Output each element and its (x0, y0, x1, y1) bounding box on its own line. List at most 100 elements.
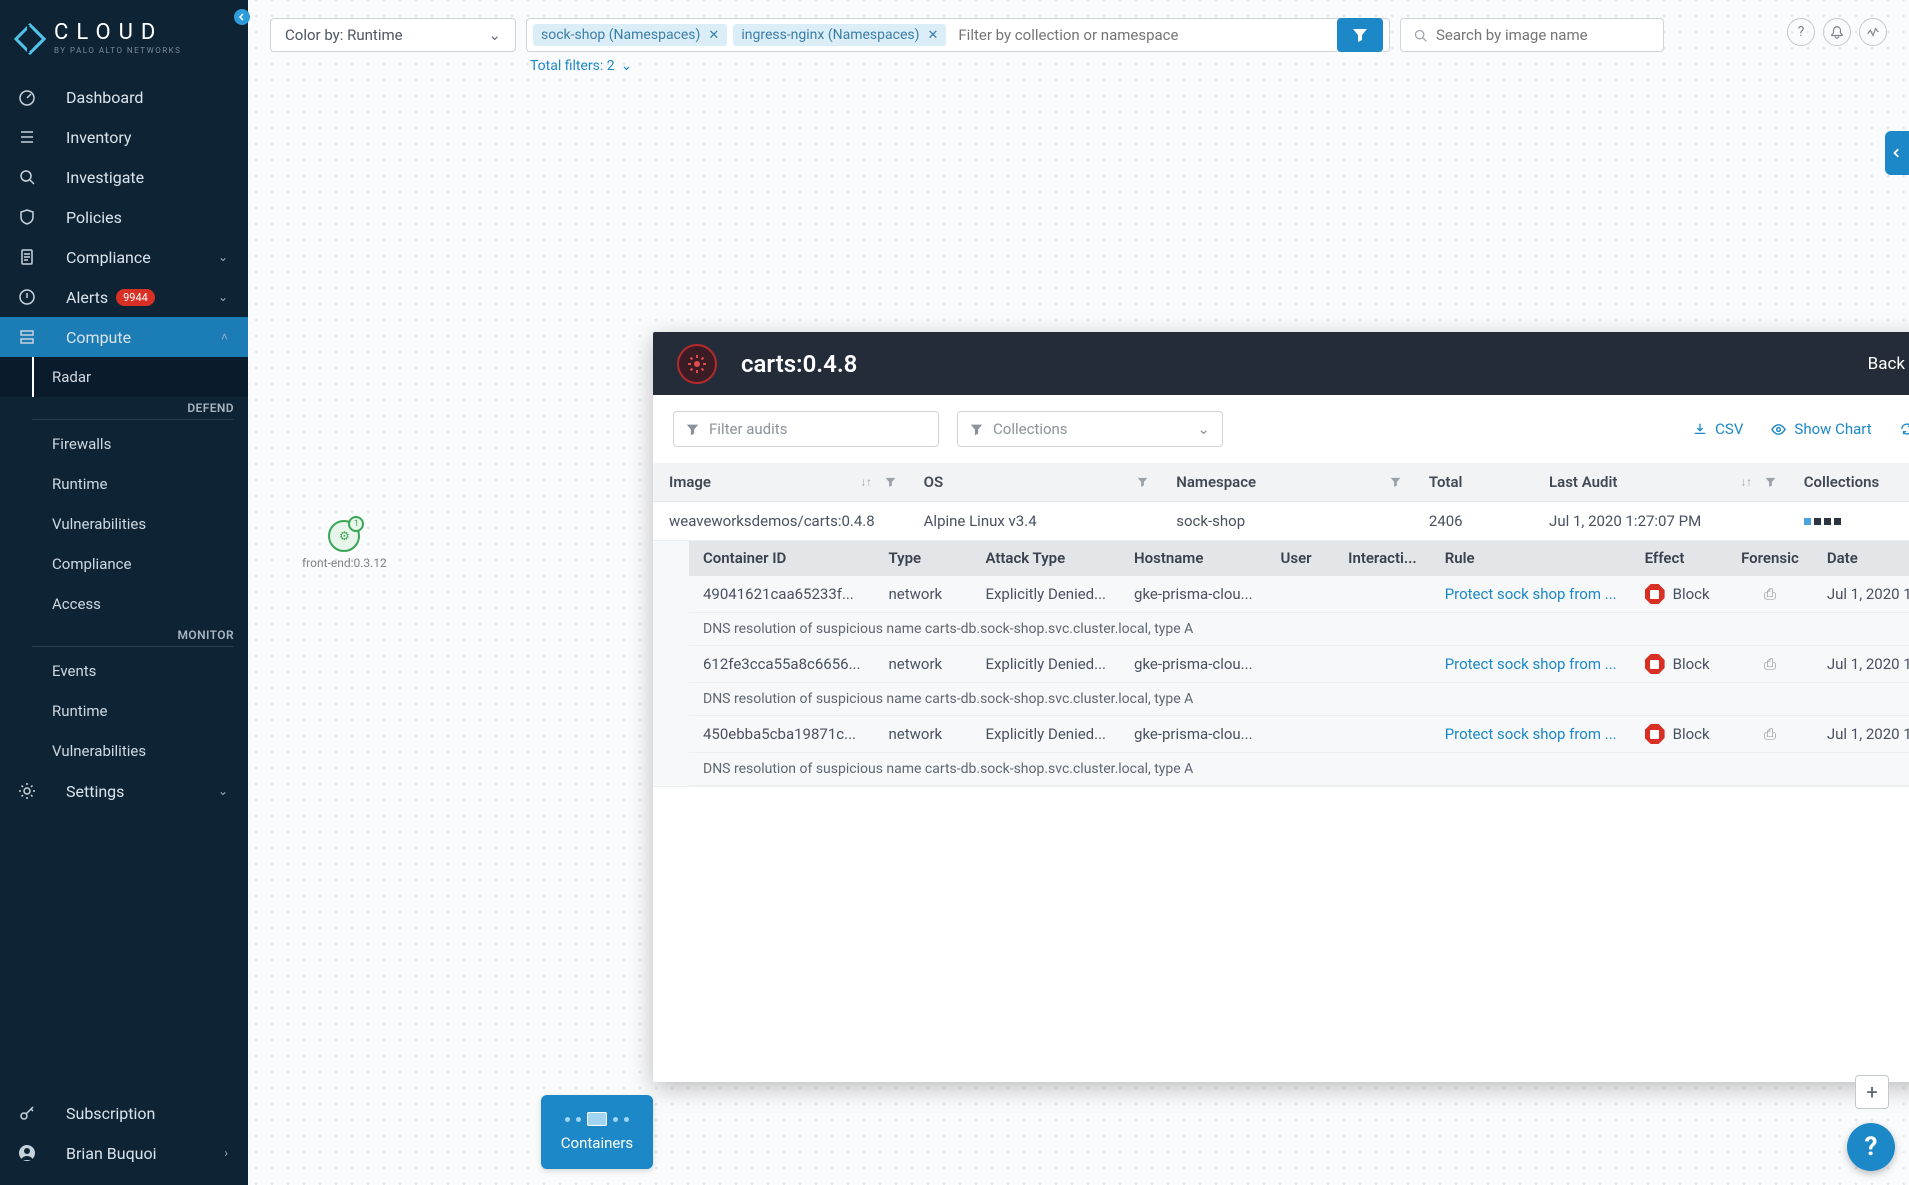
sidebar-sub-radar[interactable]: Radar (0, 357, 248, 397)
sidebar-item-label: Compute (66, 328, 131, 347)
image-search-input[interactable] (1400, 18, 1664, 52)
col-last-audit[interactable]: Last Audit↓↑ (1533, 463, 1788, 502)
col-namespace[interactable]: Namespace (1160, 463, 1413, 502)
sidebar-item-label: Dashboard (66, 88, 143, 107)
funnel-icon[interactable] (1765, 477, 1776, 488)
zoom-in-button[interactable]: + (1855, 1075, 1889, 1109)
notifications-button[interactable] (1823, 18, 1851, 46)
cell-os: Alpine Linux v3.4 (908, 502, 1161, 541)
list-icon (16, 126, 38, 148)
cell-rule[interactable]: Protect sock shop from ... (1431, 646, 1631, 683)
user-icon (16, 1142, 38, 1164)
funnel-icon[interactable] (1390, 477, 1401, 488)
sidebar-item-dashboard[interactable]: Dashboard (0, 77, 248, 117)
sort-icon[interactable]: ↓↑ (1741, 476, 1752, 489)
sidebar-item-inventory[interactable]: Inventory (0, 117, 248, 157)
sidebar-collapse-button[interactable] (234, 9, 250, 25)
sidebar-sub-firewalls[interactable]: Firewalls (0, 424, 248, 464)
col-type[interactable]: Type (874, 541, 971, 576)
cell-total: 2406 (1413, 502, 1533, 541)
eye-icon (1771, 422, 1786, 437)
col-collections[interactable]: Collections (1788, 463, 1898, 502)
sidebar-item-compliance[interactable]: Compliance ⌄ (0, 237, 248, 277)
col-os[interactable]: OS (908, 463, 1161, 502)
stack-icon (16, 326, 38, 348)
cell-type: network (874, 576, 971, 613)
col-rule[interactable]: Rule (1431, 541, 1631, 576)
chevron-down-icon: ⌄ (621, 58, 633, 74)
sidebar-item-policies[interactable]: Policies (0, 197, 248, 237)
col-actions[interactable]: Actions (1897, 463, 1909, 502)
containers-label: Containers (561, 1134, 633, 1152)
sidebar-item-compute[interactable]: Compute ˄ (0, 317, 248, 357)
chevron-down-icon: ⌄ (218, 784, 228, 798)
remove-chip-icon[interactable]: ✕ (708, 28, 719, 43)
alerts-badge: 9944 (116, 289, 155, 306)
cell-rule[interactable]: Protect sock shop from ... (1431, 716, 1631, 753)
remove-chip-icon[interactable]: ✕ (927, 28, 938, 43)
cell-rule[interactable]: Protect sock shop from ... (1431, 576, 1631, 613)
radar-node-frontend[interactable]: ⚙1 front-end:0.3.12 (302, 520, 387, 570)
modal-header: carts:0.4.8 Back‹ ✕ (653, 332, 1909, 395)
cell-forensic[interactable]: ⎙ (1727, 576, 1813, 613)
help-button[interactable]: ? (1787, 18, 1815, 46)
event-row[interactable]: 49041621caa65233f...networkExplicitly De… (689, 576, 1909, 613)
section-monitor: MONITOR (0, 624, 248, 651)
cell-attack: Explicitly Denied... (971, 716, 1120, 753)
sidebar-item-alerts[interactable]: Alerts 9944 ⌄ (0, 277, 248, 317)
filter-chip[interactable]: sock-shop (Namespaces)✕ (533, 24, 727, 46)
filter-chip[interactable]: ingress-nginx (Namespaces)✕ (733, 24, 946, 46)
containers-view-button[interactable]: Containers (541, 1095, 653, 1169)
collections-dropdown[interactable]: Collections ⌄ (957, 411, 1223, 447)
sidebar-item-subscription[interactable]: Subscription (0, 1093, 248, 1133)
col-container-id[interactable]: Container ID (689, 541, 874, 576)
col-hostname[interactable]: Hostname (1120, 541, 1267, 576)
funnel-icon[interactable] (885, 477, 896, 488)
export-csv-button[interactable]: CSV (1693, 420, 1743, 438)
block-icon (1645, 724, 1665, 744)
col-image[interactable]: Image↓↑ (653, 463, 908, 502)
filter-chip-input[interactable]: sock-shop (Namespaces)✕ ingress-nginx (N… (526, 18, 1390, 52)
cell-container-id: 612fe3cca55a8c6656... (689, 646, 874, 683)
col-forensic[interactable]: Forensic (1727, 541, 1813, 576)
help-fab-button[interactable]: ? (1847, 1123, 1895, 1171)
filter-audits-input[interactable]: Filter audits (673, 411, 939, 447)
col-date[interactable]: Date (1813, 541, 1909, 576)
sidebar-sub-access[interactable]: Access (0, 584, 248, 624)
refresh-icon (1900, 422, 1909, 436)
table-row[interactable]: weaveworksdemos/carts:0.4.8 Alpine Linux… (653, 502, 1909, 541)
cell-forensic[interactable]: ⎙ (1727, 716, 1813, 753)
sort-icon[interactable]: ↓↑ (861, 476, 872, 489)
sidebar-sub-runtime[interactable]: Runtime (0, 464, 248, 504)
event-row[interactable]: 612fe3cca55a8c6656...networkExplicitly D… (689, 646, 1909, 683)
show-chart-button[interactable]: Show Chart (1771, 420, 1871, 438)
sidebar-sub-vulnerabilities-2[interactable]: Vulnerabilities (0, 731, 248, 771)
color-by-dropdown[interactable]: Color by: Runtime ⌄ (270, 18, 516, 52)
funnel-icon[interactable] (1137, 477, 1148, 488)
col-total[interactable]: Total (1413, 463, 1533, 502)
col-user[interactable]: User (1267, 541, 1335, 576)
cell-forensic[interactable]: ⎙ (1727, 646, 1813, 683)
total-filters-link[interactable]: Total filters: 2⌄ (526, 58, 1390, 74)
col-attack-type[interactable]: Attack Type (971, 541, 1120, 576)
sidebar-sub-runtime-2[interactable]: Runtime (0, 691, 248, 731)
sidebar-sub-events[interactable]: Events (0, 651, 248, 691)
col-effect[interactable]: Effect (1631, 541, 1727, 576)
event-row[interactable]: 450ebba5cba19871c...networkExplicitly De… (689, 716, 1909, 753)
sidebar-item-investigate[interactable]: Investigate (0, 157, 248, 197)
cell-effect: Block (1631, 576, 1727, 613)
sidebar-sub-compliance[interactable]: Compliance (0, 544, 248, 584)
back-button[interactable]: Back‹ (1868, 353, 1909, 375)
right-flyout-toggle[interactable] (1885, 131, 1909, 175)
user-name: Brian Buquoi (66, 1144, 157, 1163)
col-interactive[interactable]: Interacti... (1334, 541, 1431, 576)
sidebar-item-settings[interactable]: Settings ⌄ (0, 771, 248, 811)
apply-filter-button[interactable] (1337, 18, 1383, 52)
filter-input[interactable] (952, 22, 1331, 48)
cell-date: Jul 1, 2020 1:21:36 PM (1813, 646, 1909, 683)
refresh-button[interactable]: Refresh (1900, 420, 1909, 438)
activity-button[interactable] (1859, 18, 1887, 46)
sidebar-item-user[interactable]: Brian Buquoi › (0, 1133, 248, 1173)
chevron-down-icon: ⌄ (488, 26, 501, 44)
sidebar-sub-vulnerabilities[interactable]: Vulnerabilities (0, 504, 248, 544)
